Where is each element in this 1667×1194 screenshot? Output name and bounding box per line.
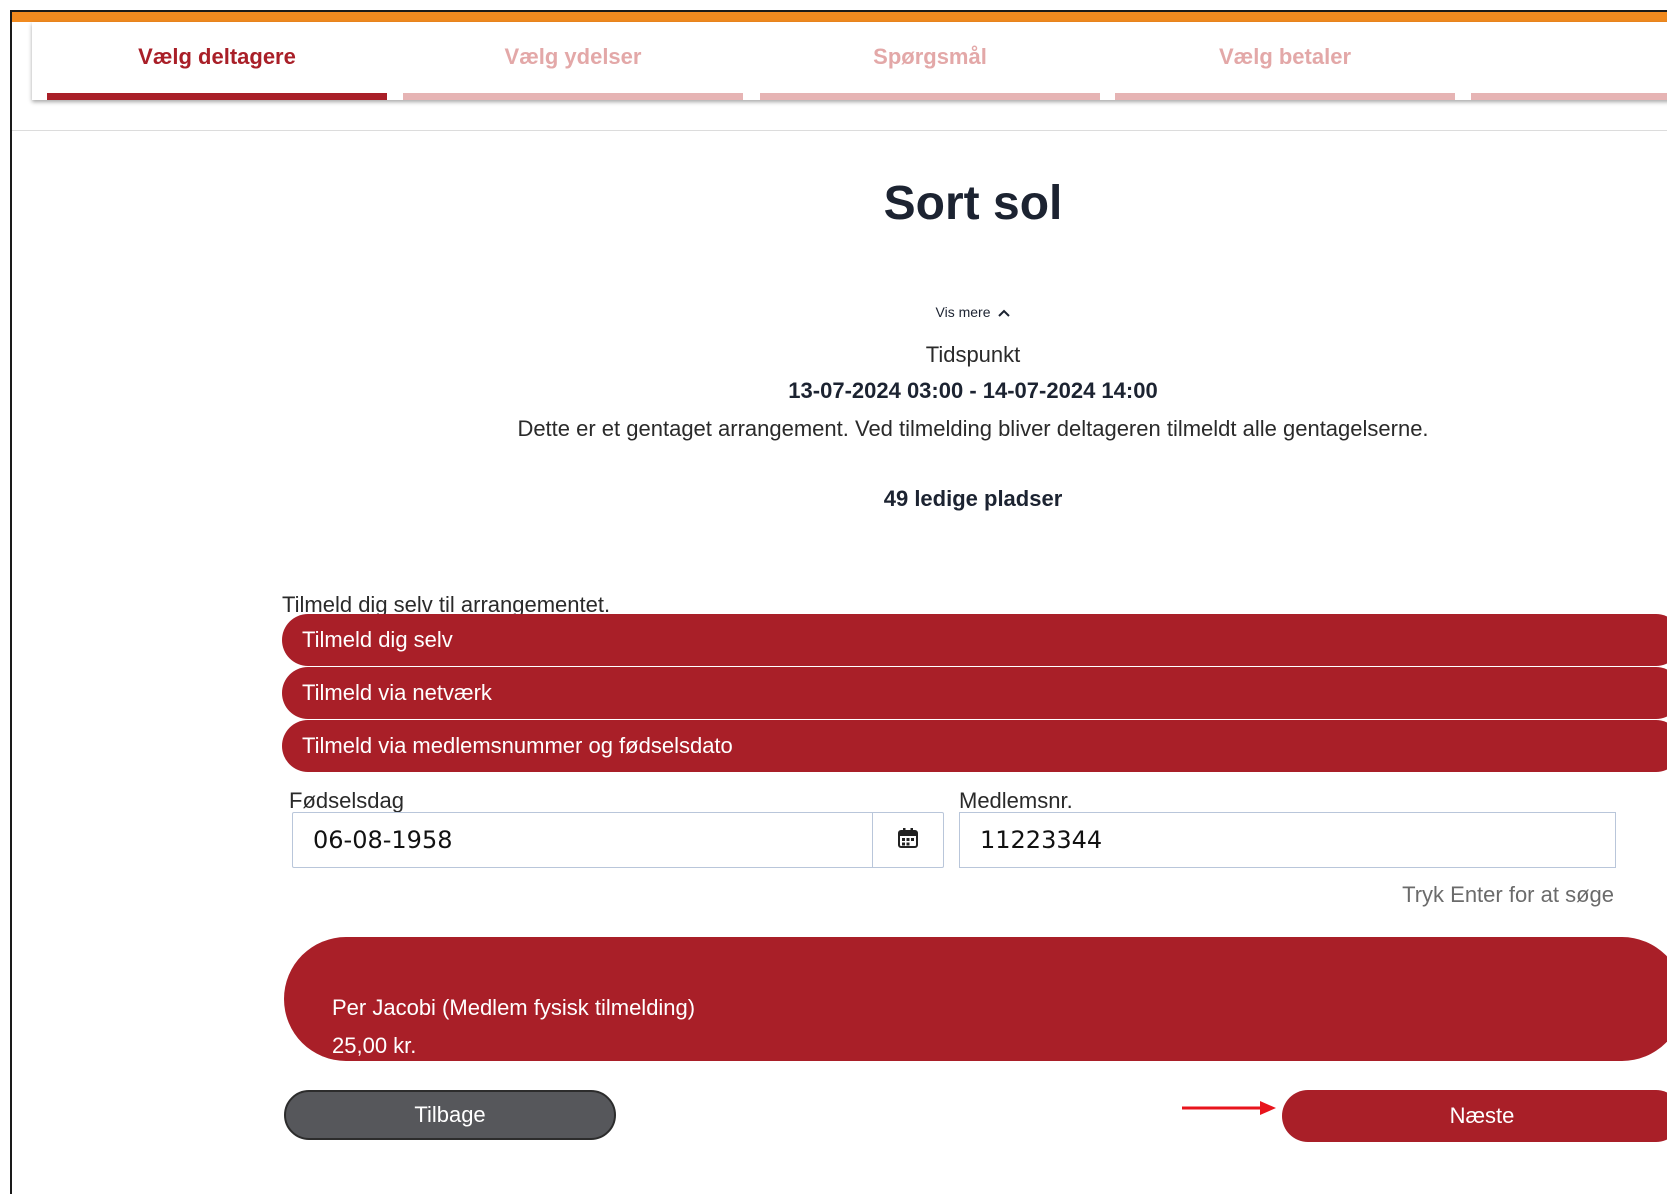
next-button[interactable]: Næste: [1282, 1090, 1667, 1142]
step-label: Vælg betaler: [1218, 44, 1352, 69]
step-progress-bar: [403, 93, 743, 100]
back-button[interactable]: Tilbage: [284, 1090, 616, 1140]
step-vaelg-ydelser[interactable]: Vælg ydelser: [403, 22, 743, 100]
search-hint: Tryk Enter for at søge: [1402, 882, 1614, 907]
app-frame: Vælg deltagere Vælg ydelser Spørgsmål Væ…: [10, 10, 1667, 1194]
step-progress-bar: [1115, 93, 1455, 100]
participant-name: Per Jacobi (Medlem fysisk tilmelding): [332, 995, 696, 1020]
birthday-value: 06-08-1958: [313, 826, 453, 854]
step-progress-bar: [47, 93, 387, 100]
birthday-input[interactable]: 06-08-1958: [292, 812, 944, 868]
step-vaelg-betaler[interactable]: Vælg betaler: [1115, 22, 1455, 100]
participant-card[interactable]: Per Jacobi (Medlem fysisk tilmelding) 25…: [284, 937, 1667, 1061]
tidspunkt-value: 13-07-2024 03:00 - 14-07-2024 14:00: [788, 378, 1158, 403]
tilmeld-via-netvaerk-button[interactable]: Tilmeld via netværk: [282, 667, 1667, 719]
step-progress-bar: [1471, 93, 1667, 100]
birthday-label: Fødselsdag: [289, 788, 404, 813]
step-label: Spørgsmål: [873, 44, 987, 69]
vis-mere-label: Vis mere: [935, 304, 991, 320]
tilmeld-via-medlemsnummer-button[interactable]: Tilmeld via medlemsnummer og fødselsdato: [282, 720, 1667, 772]
step-vaelg-deltagere[interactable]: Vælg deltagere: [47, 22, 387, 100]
step-next-hidden[interactable]: [1471, 22, 1667, 100]
tilmeld-dig-selv-button[interactable]: Tilmeld dig selv: [282, 614, 1667, 666]
available-seats: 49 ledige pladser: [883, 486, 1063, 511]
wizard-stepper: Vælg deltagere Vælg ydelser Spørgsmål Væ…: [32, 22, 1667, 100]
vis-mere-toggle[interactable]: Vis mere: [12, 304, 1667, 320]
tidspunkt-label: Tidspunkt: [925, 342, 1021, 367]
calendar-button[interactable]: [872, 813, 943, 867]
repeat-note: Dette er et gentaget arrangement. Ved ti…: [517, 416, 1429, 441]
calendar-icon: [897, 827, 919, 854]
member-number-value: 11223344: [980, 826, 1103, 854]
event-title: Sort sol: [883, 177, 1063, 230]
step-spoergsmaal[interactable]: Spørgsmål: [760, 22, 1100, 100]
step-progress-bar: [760, 93, 1100, 100]
step-label: Vælg ydelser: [504, 44, 642, 69]
member-number-label: Medlemsnr.: [959, 788, 1073, 813]
header-divider: [12, 130, 1667, 131]
participant-price: 25,00 kr.: [332, 1033, 417, 1058]
red-arrow-icon: [1182, 1098, 1278, 1118]
member-number-input[interactable]: 11223344: [959, 812, 1616, 868]
step-label: Vælg deltagere: [138, 44, 296, 69]
top-accent-bar: [12, 12, 1667, 22]
chevron-up-icon: [998, 306, 1011, 320]
